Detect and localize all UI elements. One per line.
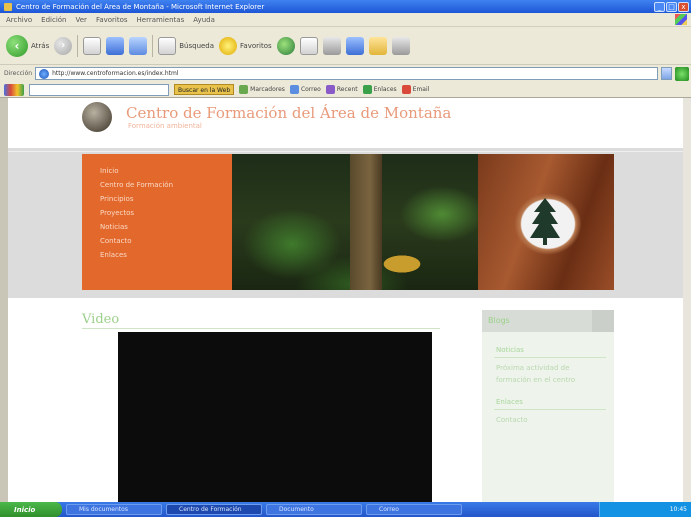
menu-item-favoritos[interactable]: Favoritos <box>96 16 128 24</box>
refresh-icon[interactable] <box>106 36 125 55</box>
nav-item-centro[interactable]: Centro de Formación <box>100 178 232 192</box>
link-icon <box>362 85 372 94</box>
site-subtitle: Formación ambiental <box>128 122 202 130</box>
bookmark-icon <box>239 85 249 94</box>
nav-item-proyectos[interactable]: Proyectos <box>100 206 232 220</box>
video-player[interactable] <box>118 332 432 502</box>
title-divider <box>82 328 440 329</box>
menu-item-archivo[interactable]: Archivo <box>6 16 32 24</box>
nav-item-inicio[interactable]: Inicio <box>100 164 232 178</box>
messenger-icon[interactable] <box>391 36 410 55</box>
google-item-enlaces[interactable]: Enlaces <box>362 85 397 94</box>
web-page[interactable]: Centro de Formación del Área de Montaña … <box>8 98 691 502</box>
main-title: Video <box>82 312 120 327</box>
windows-taskbar: Inicio Mis documentos Centro de Formació… <box>0 502 691 517</box>
nav-item-contacto[interactable]: Contacto <box>100 234 232 248</box>
google-item-label: Marcadores <box>250 86 285 93</box>
forward-arrow-icon[interactable]: › <box>54 36 73 55</box>
address-bar: Dirección http://www.centroformacion.es/… <box>0 65 691 82</box>
nav-item-principios[interactable]: Principios <box>100 192 232 206</box>
google-toolbar: Buscar en la Web Marcadores Correo Recen… <box>0 82 691 98</box>
menu-item-herramientas[interactable]: Herramientas <box>137 16 185 24</box>
address-dropdown-icon[interactable] <box>661 67 672 80</box>
back-label: Atrás <box>31 41 50 50</box>
address-label: Dirección <box>4 70 33 77</box>
windows-logo-icon <box>675 14 687 25</box>
google-logo-icon[interactable] <box>4 83 24 96</box>
sidebar-section-title: Noticias <box>496 346 524 354</box>
site-title[interactable]: Centro de Formación del Área de Montaña <box>126 104 451 122</box>
folder-icon[interactable] <box>368 36 387 55</box>
menu-bar: Archivo Edición Ver Favoritos Herramient… <box>0 13 691 27</box>
taskbar-item[interactable]: Centro de Formación <box>166 504 262 515</box>
favorites-label: Favoritos <box>240 41 272 50</box>
browser-toolbar: ‹ Atrás › Búsqueda Favoritos <box>0 27 691 65</box>
page-icon <box>39 68 50 79</box>
google-item-label: Email <box>412 86 430 93</box>
taskbar-item[interactable]: Mis documentos <box>66 504 162 515</box>
main-navigation: Inicio Centro de Formación Principios Pr… <box>82 154 232 290</box>
back-arrow-icon: ‹ <box>6 34 28 57</box>
browser-left-edge <box>0 98 8 502</box>
google-item-recent[interactable]: Recent <box>325 85 358 94</box>
vertical-scrollbar[interactable] <box>683 98 691 502</box>
window-title-bar[interactable]: Centro de Formación del Área de Montaña … <box>0 0 691 13</box>
taskbar-item[interactable]: Correo <box>366 504 462 515</box>
address-input[interactable]: http://www.centroformacion.es/index.html <box>35 67 658 80</box>
home-icon[interactable] <box>129 36 148 55</box>
email-icon <box>401 85 411 94</box>
mail-icon[interactable] <box>299 36 318 55</box>
print-icon[interactable] <box>322 36 341 55</box>
toolbar-separator <box>152 34 154 57</box>
sidebar-section-title: Enlaces <box>496 398 523 406</box>
pine-tree-icon <box>530 198 560 245</box>
google-item-marcadores[interactable]: Marcadores <box>239 85 285 94</box>
sidebar: Blogs Noticias Próxima actividad de form… <box>482 310 614 502</box>
sidebar-link[interactable]: Contacto <box>482 410 614 424</box>
toolbar-separator <box>77 34 79 57</box>
sidebar-header[interactable]: Blogs <box>482 310 614 332</box>
site-logo[interactable] <box>82 102 112 132</box>
stop-icon[interactable] <box>83 36 102 55</box>
go-button[interactable] <box>675 66 689 81</box>
google-search-button[interactable]: Buscar en la Web <box>174 84 235 95</box>
search-label: Búsqueda <box>179 41 215 50</box>
edit-icon[interactable] <box>345 36 364 55</box>
system-tray-clock[interactable]: 10:45 <box>599 502 691 517</box>
search-button[interactable]: Búsqueda <box>158 36 215 55</box>
menu-item-edicion[interactable]: Edición <box>41 16 66 24</box>
google-search-input[interactable] <box>29 83 169 96</box>
minimize-button[interactable]: _ <box>654 1 665 12</box>
menu-item-ayuda[interactable]: Ayuda <box>193 16 215 24</box>
banner-forest-photo <box>232 154 478 290</box>
recent-icon <box>325 85 335 94</box>
google-item-label: Recent <box>336 86 358 93</box>
ie-window-icon <box>4 2 12 11</box>
nav-item-noticias[interactable]: Noticias <box>100 220 232 234</box>
maximize-button[interactable]: □ <box>666 1 677 12</box>
taskbar-item[interactable]: Documento <box>266 504 362 515</box>
sidebar-news-text[interactable]: Próxima actividad de formación en el cen… <box>482 358 592 386</box>
google-item-email[interactable]: Email <box>401 85 430 94</box>
start-button[interactable]: Inicio <box>0 502 62 517</box>
menu-item-ver[interactable]: Ver <box>76 16 87 24</box>
window-title: Centro de Formación del Área de Montaña … <box>16 2 265 11</box>
star-icon <box>219 36 238 55</box>
history-icon[interactable] <box>276 36 295 55</box>
nav-item-enlaces[interactable]: Enlaces <box>100 248 232 262</box>
close-button[interactable]: x <box>678 1 689 12</box>
favorites-button[interactable]: Favoritos <box>219 36 272 55</box>
address-url: http://www.centroformacion.es/index.html <box>52 70 179 77</box>
google-item-correo[interactable]: Correo <box>289 85 321 94</box>
google-item-label: Correo <box>300 86 321 93</box>
google-item-label: Enlaces <box>373 86 397 93</box>
back-button[interactable]: ‹ Atrás <box>6 34 50 57</box>
search-icon <box>158 36 177 55</box>
mail-icon <box>289 85 299 94</box>
